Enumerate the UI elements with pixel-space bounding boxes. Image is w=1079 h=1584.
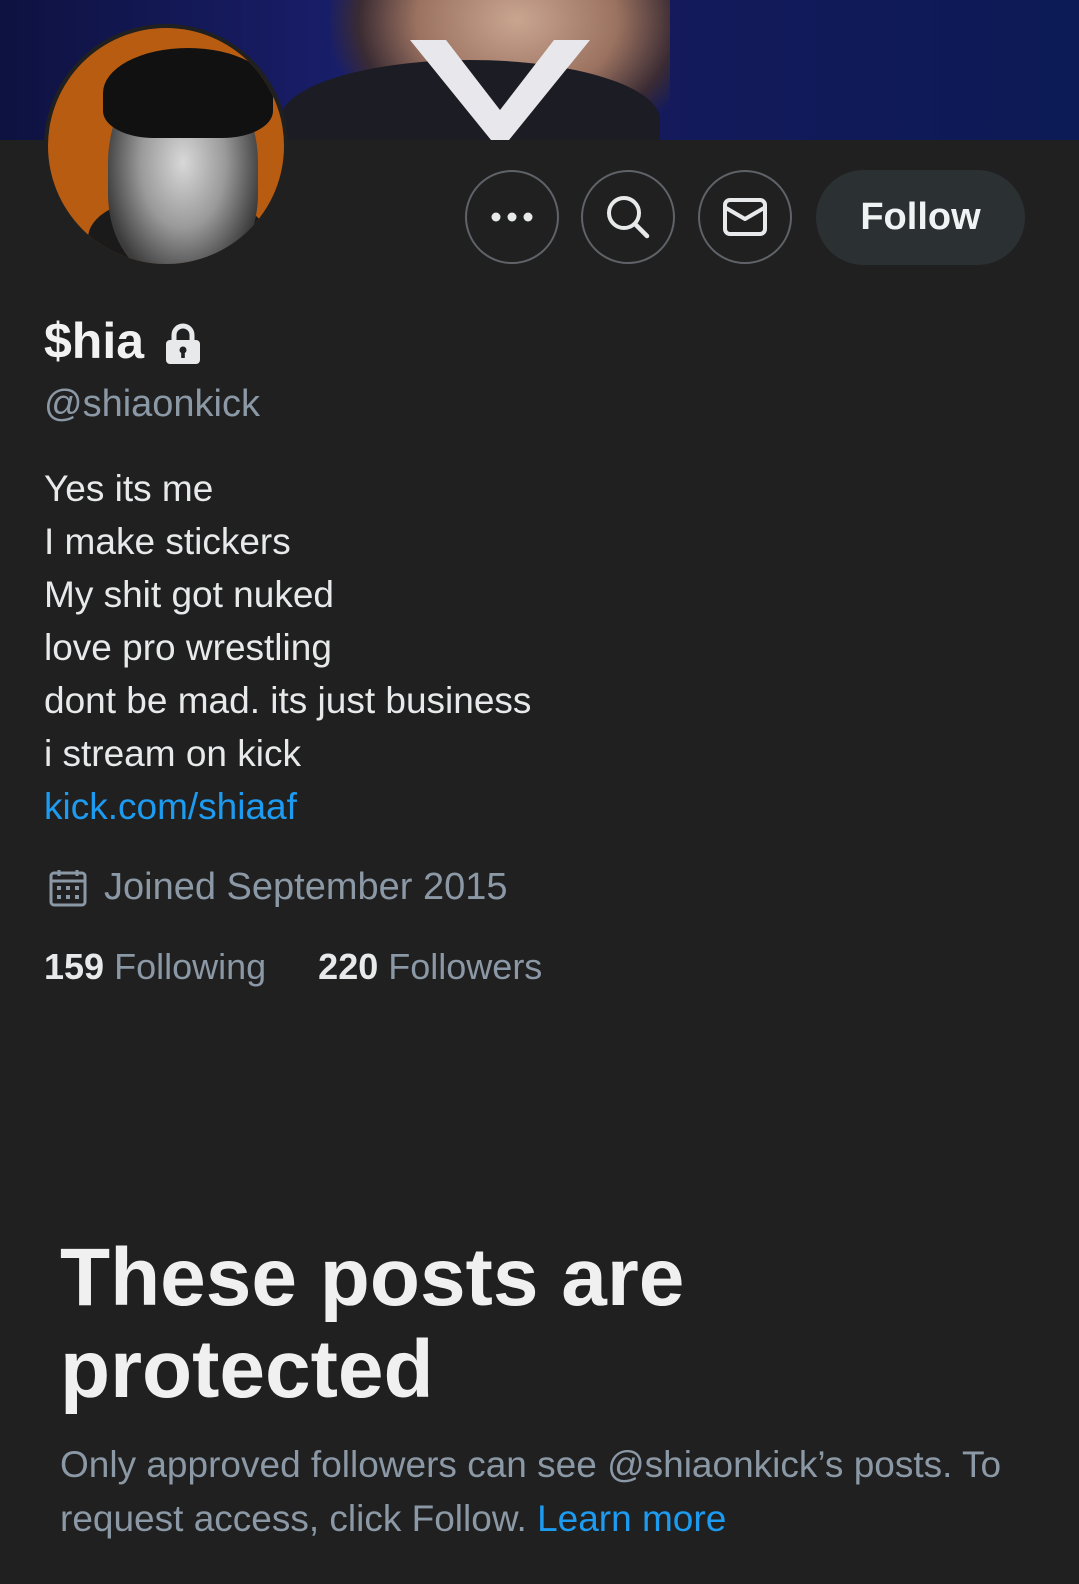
learn-more-link[interactable]: Learn more [537,1498,726,1539]
bio-link[interactable]: kick.com/shiaaf [44,780,531,833]
avatar-photo [48,28,284,264]
followers-count: 220 [318,946,379,987]
avatar[interactable] [44,24,288,268]
search-icon [607,196,650,239]
following-link[interactable]: 159 Following [44,946,266,988]
envelope-icon [723,198,767,236]
more-horizontal-icon [491,212,533,222]
protected-description-text: Only approved followers can see @shiaonk… [60,1444,1002,1539]
avatar-hair [103,48,273,138]
bio-line: My shit got nuked [44,574,334,615]
follow-button[interactable]: Follow [816,170,1025,265]
joined-label: Joined September 2015 [104,866,508,908]
followers-label: Followers [388,946,543,987]
followers-link[interactable]: 220 Followers [318,946,542,988]
calendar-icon [49,869,87,906]
protected-posts-description: Only approved followers can see @shiaonk… [60,1438,1040,1546]
display-name: $hia [44,313,145,369]
bio-line: Yes its me [44,468,214,509]
message-button[interactable] [698,170,792,264]
search-button[interactable] [581,170,675,264]
profile-bio: Yes its me I make stickers My shit got n… [44,462,531,833]
lock-icon [166,323,201,364]
following-label: Following [114,946,267,987]
following-count: 159 [44,946,105,987]
protected-posts-title: These posts are protected [60,1232,685,1415]
bio-line: dont be mad. its just business [44,680,532,721]
bio-line: i stream on kick [44,733,302,774]
bio-line: I make stickers [44,521,291,562]
more-button[interactable] [465,170,559,264]
follow-stats: 159 Following 220 Followers [44,946,542,988]
profile-handle: @shiaonkick [44,383,260,425]
profile-name-row: $hia [44,312,202,370]
joined-date: Joined September 2015 [48,866,508,909]
bio-line: love pro wrestling [44,627,332,668]
